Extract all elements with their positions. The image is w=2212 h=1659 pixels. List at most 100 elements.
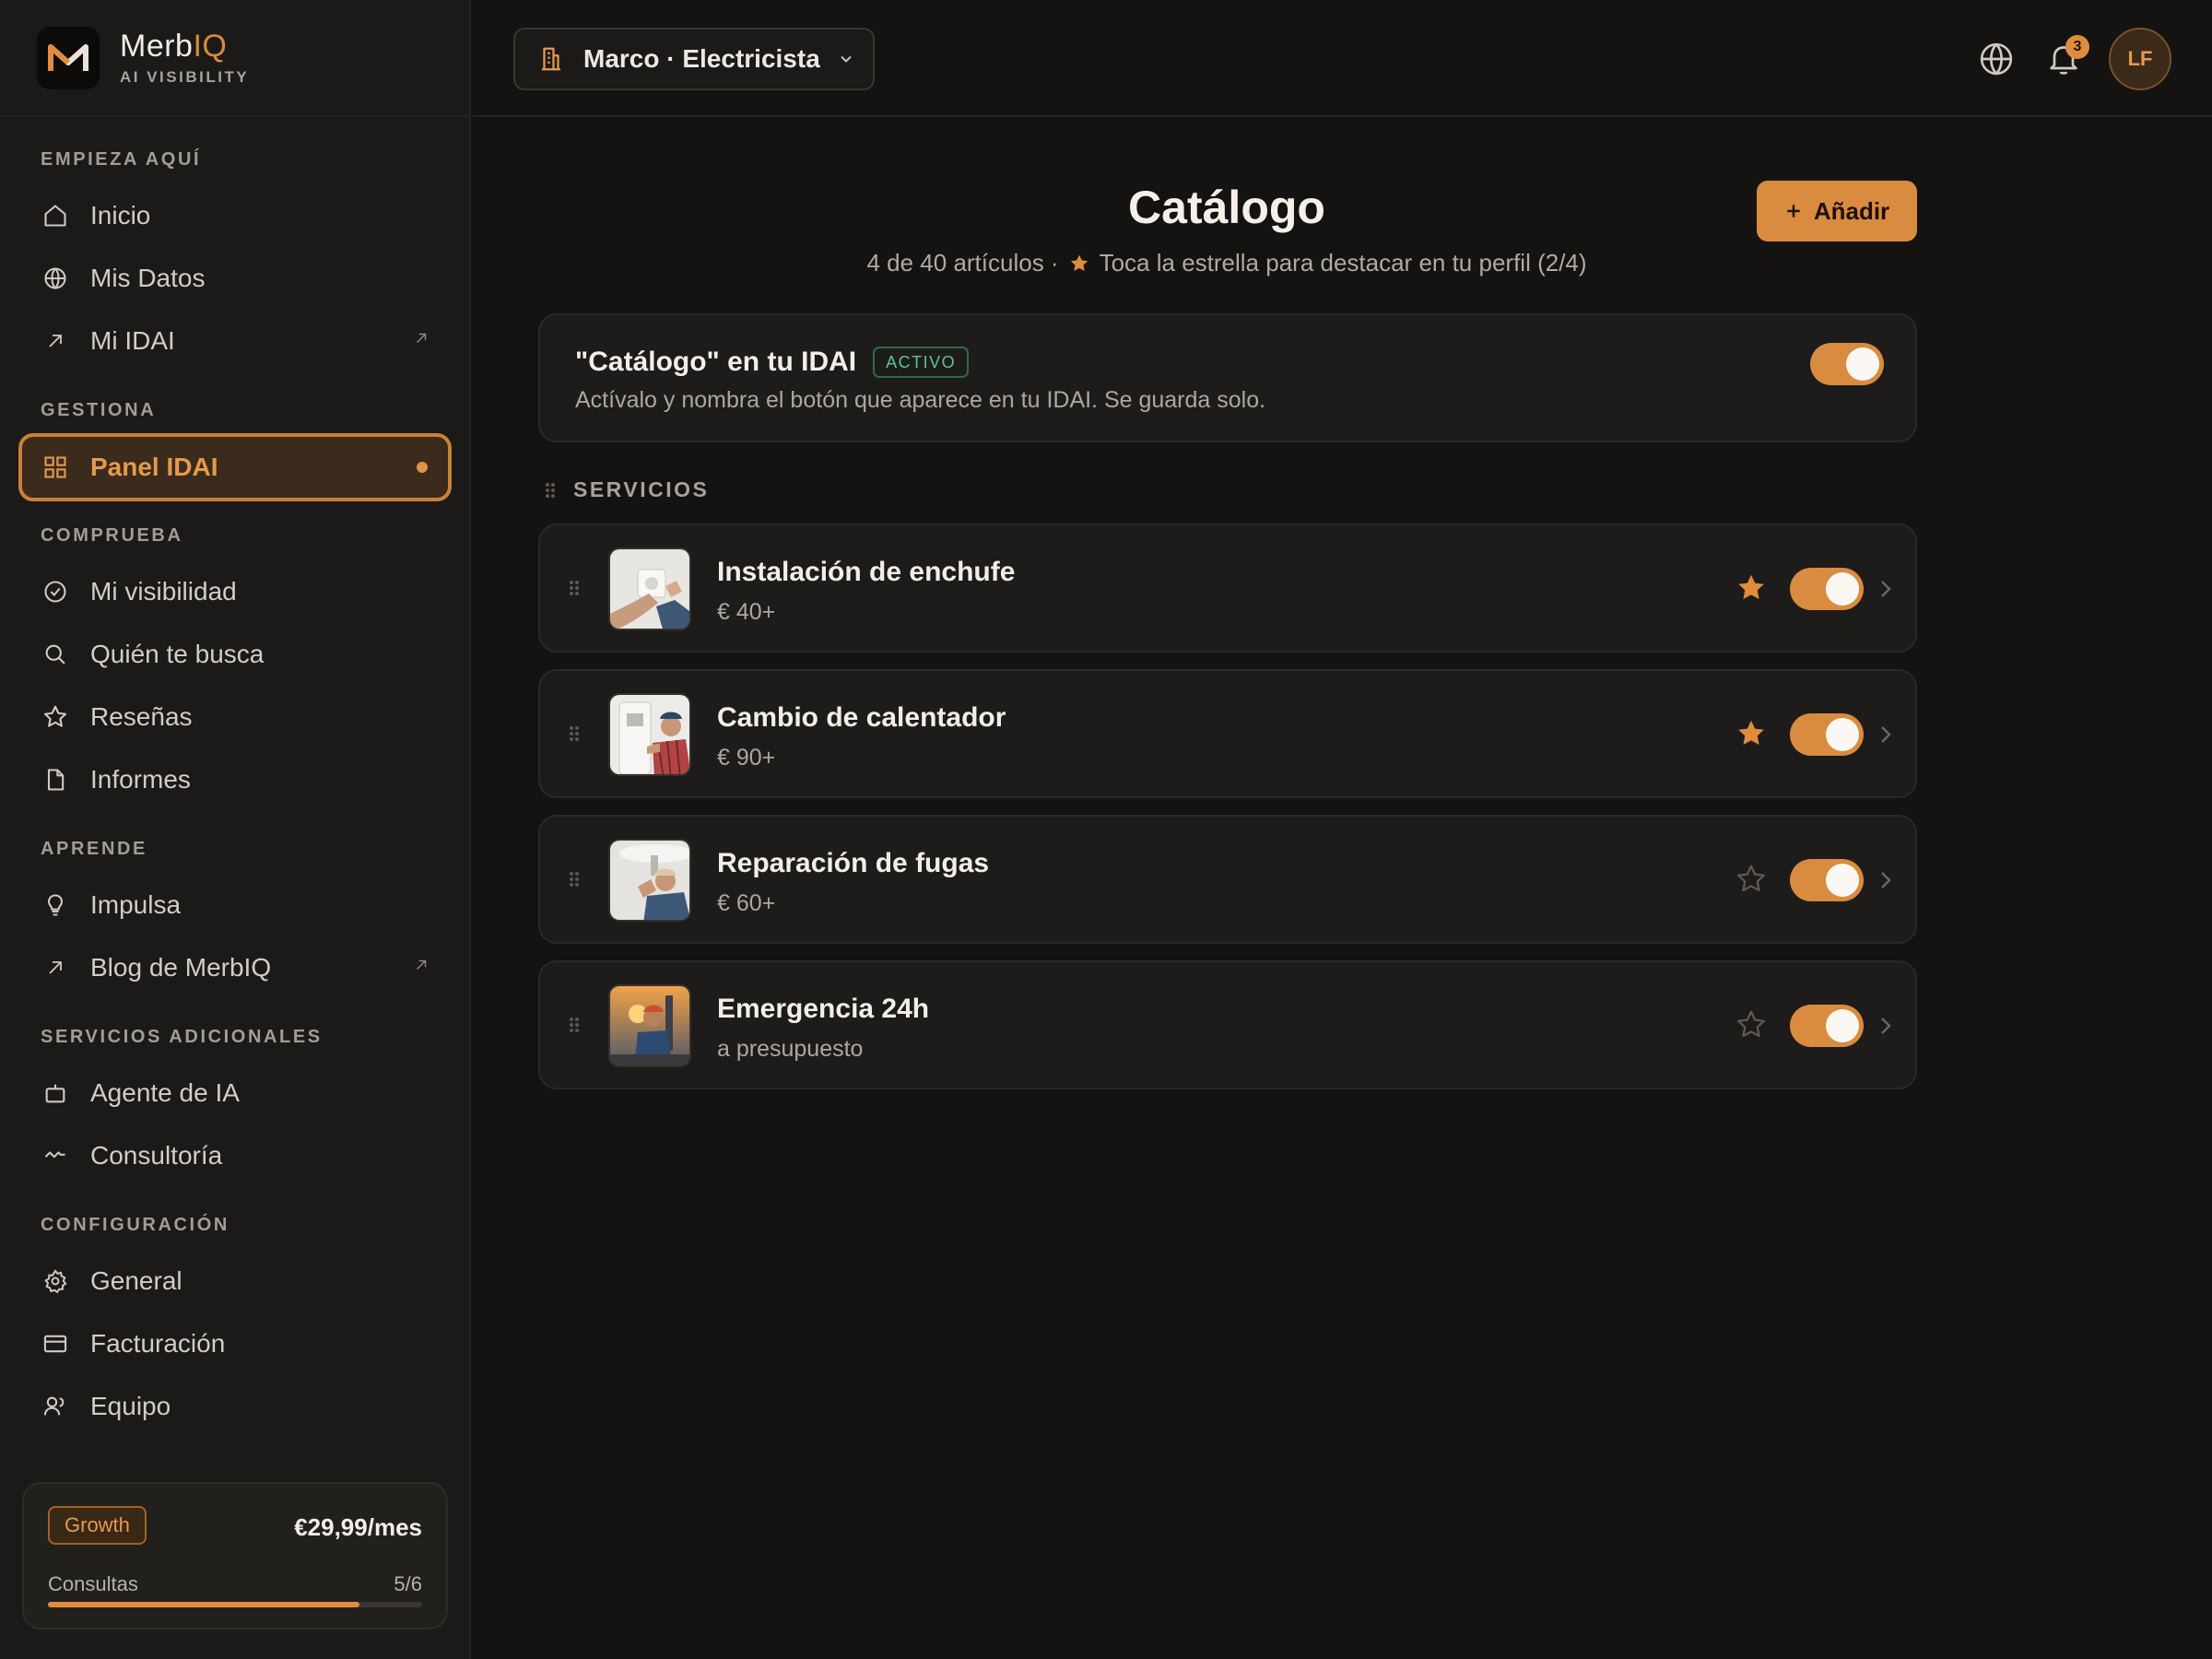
drag-handle-icon[interactable] xyxy=(568,1016,581,1034)
featured-star-icon[interactable] xyxy=(1735,717,1768,750)
star-icon xyxy=(41,702,70,732)
sidebar-item-resenas[interactable]: Reseñas xyxy=(18,684,452,750)
sidebar-item-inicio[interactable]: Inicio xyxy=(18,182,452,249)
catalog-visibility-title: "Catálogo" en tu IDAI ACTIVO xyxy=(575,347,970,378)
chevron-right-icon[interactable] xyxy=(1877,1014,1895,1038)
item-name: Reparación de fugas xyxy=(717,848,990,878)
sidebar-item-informes[interactable]: Informes xyxy=(18,747,452,813)
brand-subtitle: AI VISIBILITY xyxy=(120,68,250,86)
check-circle-icon xyxy=(41,577,70,606)
chevron-right-icon[interactable] xyxy=(1877,723,1895,747)
building-icon xyxy=(537,45,565,73)
plan-price: €29,99/mes xyxy=(294,1513,422,1541)
toggle-knob xyxy=(1826,1009,1859,1042)
sidebar-item-equipo[interactable]: Equipo xyxy=(18,1373,452,1440)
drag-handle-icon[interactable] xyxy=(568,870,581,888)
item-price: € 40+ xyxy=(717,599,776,625)
item-price: a presupuesto xyxy=(717,1036,864,1062)
chevron-right-icon[interactable] xyxy=(1877,868,1895,892)
file-icon xyxy=(41,765,70,794)
avatar[interactable]: LF xyxy=(2109,28,2171,90)
sidebar-item-panel-idai[interactable]: Panel IDAI xyxy=(18,433,452,501)
grid-icon xyxy=(41,453,70,482)
sidebar-item-mis-datos[interactable]: Mis Datos xyxy=(18,245,452,312)
add-item-button[interactable]: Añadir xyxy=(1757,181,1917,241)
sidebar-item-label: Equipo xyxy=(90,1392,171,1420)
sidebar-item-facturacion[interactable]: Facturación xyxy=(18,1311,452,1377)
plan-card[interactable]: Growth €29,99/mes Consultas 5/6 xyxy=(22,1482,448,1630)
arrow-up-right-icon xyxy=(41,326,70,356)
drag-handle-icon[interactable] xyxy=(544,481,557,500)
sidebar-item-label: Panel IDAI xyxy=(90,453,218,481)
group-label-text: SERVICIOS xyxy=(573,477,710,501)
external-link-icon xyxy=(413,330,429,347)
star-filled-icon xyxy=(1068,253,1090,275)
sidebar-item-general[interactable]: General xyxy=(18,1248,452,1314)
catalog-item[interactable]: Emergencia 24h a presupuesto xyxy=(538,960,1917,1089)
active-indicator-dot xyxy=(417,462,428,473)
section-label-comprueba: COMPRUEBA xyxy=(41,525,183,546)
sidebar-item-label: Facturación xyxy=(90,1329,226,1358)
item-price: € 90+ xyxy=(717,745,776,771)
featured-star-outline-icon[interactable] xyxy=(1735,863,1768,896)
item-thumbnail xyxy=(608,693,691,776)
bot-icon xyxy=(41,1078,70,1108)
chevron-right-icon[interactable] xyxy=(1877,577,1895,601)
notifications-button[interactable]: 3 xyxy=(2045,35,2089,77)
plan-usage-count: 5/6 xyxy=(394,1572,422,1595)
plus-icon xyxy=(1784,202,1803,220)
sidebar-item-impulsa[interactable]: Impulsa xyxy=(18,872,452,938)
business-selector[interactable]: Marco · Electricista xyxy=(513,28,875,90)
language-button[interactable] xyxy=(1978,41,2015,77)
featured-star-outline-icon[interactable] xyxy=(1735,1008,1768,1041)
external-link-icon xyxy=(413,957,429,973)
plan-badge: Growth xyxy=(48,1506,147,1545)
notification-count-badge: 3 xyxy=(2065,35,2089,59)
item-count-text: 4 de 40 artículos · xyxy=(866,249,1059,276)
sidebar-item-label: Consultoría xyxy=(90,1141,223,1170)
sidebar-item-mi-visibilidad[interactable]: Mi visibilidad xyxy=(18,559,452,625)
section-label-empieza: EMPIEZA AQUÍ xyxy=(41,149,202,170)
sidebar: MerbIQ AI VISIBILITY EMPIEZA AQUÍ Inicio… xyxy=(0,0,471,1659)
sidebar-item-label: Mi visibilidad xyxy=(90,577,237,606)
sidebar-item-quien-te-busca[interactable]: Quién te busca xyxy=(18,621,452,688)
catalog-item[interactable]: Instalación de enchufe € 40+ xyxy=(538,524,1917,653)
home-icon xyxy=(41,201,70,230)
drag-handle-icon[interactable] xyxy=(568,579,581,597)
item-thumbnail xyxy=(608,547,691,630)
sidebar-item-label: Quién te busca xyxy=(90,640,265,668)
toggle-knob xyxy=(1826,864,1859,897)
catalog-item[interactable]: Cambio de calentador € 90+ xyxy=(538,669,1917,798)
topbar: Marco · Electricista 3 LF xyxy=(473,0,2212,117)
sidebar-item-mi-idai[interactable]: Mi IDAI xyxy=(18,308,452,374)
item-enabled-toggle[interactable] xyxy=(1790,1005,1864,1047)
sidebar-item-consultoria[interactable]: Consultoría xyxy=(18,1123,452,1189)
item-name: Instalación de enchufe xyxy=(717,557,1016,587)
drag-handle-icon[interactable] xyxy=(568,724,581,743)
globe-icon xyxy=(41,264,70,293)
featured-hint-text: Toca la estrella para destacar en tu per… xyxy=(1099,249,1587,276)
search-icon xyxy=(41,640,70,669)
activity-icon xyxy=(41,1141,70,1171)
sidebar-item-blog[interactable]: Blog de MerbIQ xyxy=(18,935,452,1001)
sidebar-item-label: Mis Datos xyxy=(90,264,206,292)
sidebar-item-agente-ia[interactable]: Agente de IA xyxy=(18,1060,452,1126)
catalog-visibility-description: Actívalo y nombra el botón que aparece e… xyxy=(575,387,1266,413)
business-name: Marco · Electricista xyxy=(583,44,820,73)
item-enabled-toggle[interactable] xyxy=(1790,859,1864,901)
catalog-item[interactable]: Reparación de fugas € 60+ xyxy=(538,815,1917,944)
add-button-label: Añadir xyxy=(1813,196,1890,225)
brand-name-main: Merb xyxy=(120,29,194,64)
page-subtitle: 4 de 40 artículos · Toca la estrella par… xyxy=(538,249,1915,277)
users-icon xyxy=(41,1392,70,1421)
catalog-visibility-toggle[interactable] xyxy=(1810,343,1884,385)
item-price: € 60+ xyxy=(717,890,776,916)
brand: MerbIQ AI VISIBILITY xyxy=(0,0,469,117)
plan-usage-label: Consultas xyxy=(48,1572,138,1595)
featured-star-icon[interactable] xyxy=(1735,571,1768,605)
merbiq-logo[interactable] xyxy=(37,26,100,89)
sidebar-item-label: General xyxy=(90,1266,182,1295)
page-title: Catálogo xyxy=(1128,182,1325,233)
item-enabled-toggle[interactable] xyxy=(1790,713,1864,756)
item-enabled-toggle[interactable] xyxy=(1790,568,1864,610)
